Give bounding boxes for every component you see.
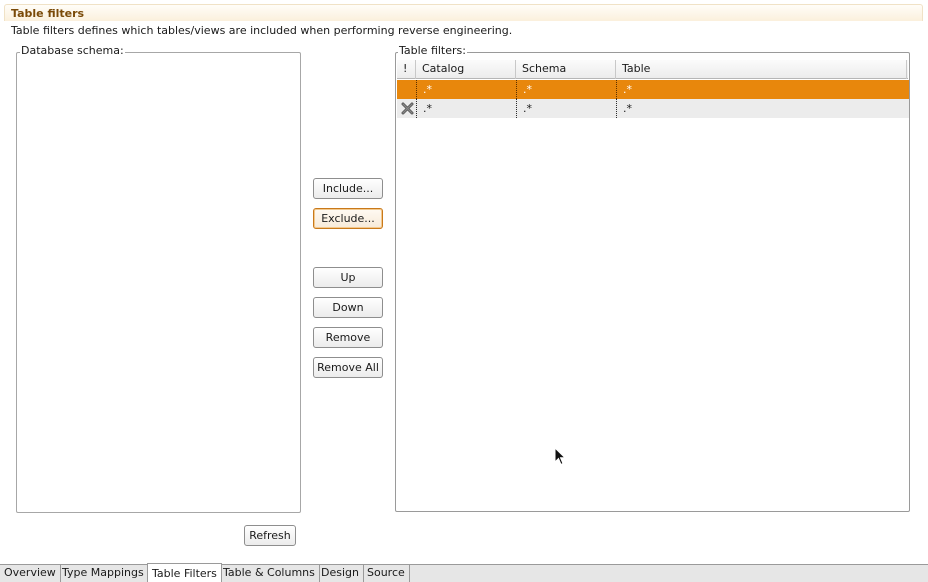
editor-tab-bar: Overview Type Mappings Table Filters Tab…	[0, 563, 928, 582]
tab-source[interactable]: Source	[363, 565, 410, 582]
exclude-icon	[401, 102, 414, 115]
row-table: .*	[616, 80, 908, 99]
database-schema-label: Database schema:	[20, 44, 125, 57]
tab-type-mappings[interactable]: Type Mappings	[58, 565, 149, 582]
column-header-flag[interactable]: !	[397, 60, 416, 79]
tab-overview[interactable]: Overview	[0, 565, 61, 582]
mouse-cursor-icon	[554, 447, 566, 466]
tab-table-filters[interactable]: Table Filters	[147, 563, 222, 582]
remove-button[interactable]: Remove	[313, 327, 383, 348]
table-header: ! Catalog Schema Table	[397, 60, 908, 79]
row-catalog: .*	[416, 80, 516, 99]
tab-table-columns[interactable]: Table & Columns	[219, 565, 320, 582]
down-button[interactable]: Down	[313, 297, 383, 318]
row-flag	[397, 99, 416, 118]
refresh-button[interactable]: Refresh	[244, 525, 296, 546]
table-filters-table[interactable]: ! Catalog Schema Table .* .* .* .* .* .*	[397, 58, 909, 510]
row-table: .*	[616, 99, 908, 118]
exclude-button[interactable]: Exclude...	[313, 208, 383, 229]
section-header	[4, 4, 923, 21]
row-catalog: .*	[416, 99, 516, 118]
database-schema-tree[interactable]	[18, 58, 299, 511]
section-description: Table filters defines which tables/views…	[11, 24, 513, 37]
tab-design[interactable]: Design	[317, 565, 364, 582]
row-schema: .*	[516, 99, 616, 118]
table-row[interactable]: .* .* .*	[397, 80, 909, 99]
remove-all-button[interactable]: Remove All	[313, 357, 383, 378]
column-header-catalog[interactable]: Catalog	[416, 60, 516, 79]
include-button[interactable]: Include...	[313, 178, 383, 199]
column-header-table[interactable]: Table	[616, 60, 907, 79]
table-row[interactable]: .* .* .*	[397, 99, 909, 118]
up-button[interactable]: Up	[313, 267, 383, 288]
column-header-schema[interactable]: Schema	[516, 60, 616, 79]
table-filters-label: Table filters:	[398, 44, 467, 57]
section-title: Table filters	[11, 7, 85, 20]
row-schema: .*	[516, 80, 616, 99]
row-flag	[397, 80, 416, 99]
